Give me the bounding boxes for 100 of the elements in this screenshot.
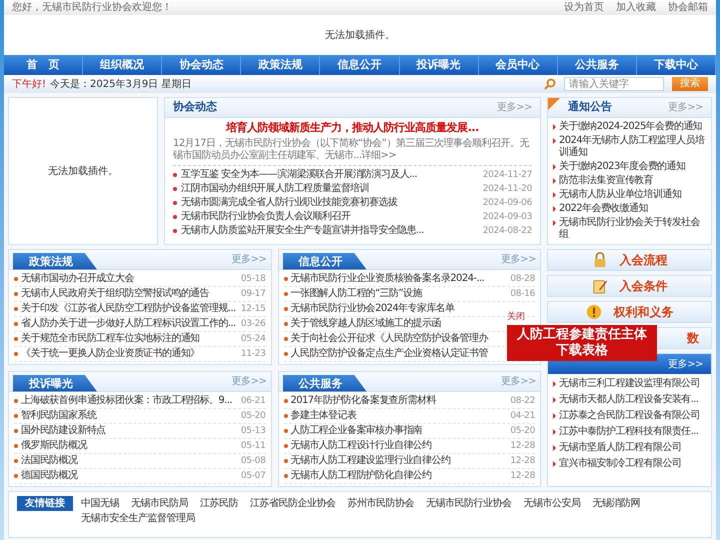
arrow-icon (553, 381, 556, 387)
friend-link[interactable]: 江苏民防 (200, 496, 238, 511)
list-date: 12-28 (510, 440, 535, 452)
friend-link[interactable]: 江苏省民防企业协会 (250, 496, 336, 511)
close-link[interactable]: 关闭 (507, 312, 525, 323)
member-company-link[interactable]: 无锡市三利工程建设监理有限公司 (559, 378, 700, 390)
list-link[interactable]: 关于管线穿越人防区域施工的提示函 (290, 318, 441, 330)
section-title: 协会动态 (173, 99, 217, 116)
welcome-text: 您好，无锡市民防行业协会欢迎您！ (12, 0, 172, 15)
news-date: 2024-09-06 (482, 196, 532, 208)
list-date: 05-13 (240, 425, 266, 437)
bullet-icon (14, 399, 18, 403)
list-link[interactable]: 无锡市人防工程防护防化自律公约 (290, 470, 432, 482)
member-company-link[interactable]: 宜兴市福安制冷工程有限公司 (559, 458, 682, 470)
list-link[interactable]: 上海破获首例串通投标团伙案：市政工程招标。9... (21, 395, 232, 407)
list-link[interactable]: 德国民防概况 (21, 470, 78, 482)
list-link[interactable]: 关于向社会公开征求《人民防空防护设备管理办 (290, 333, 488, 345)
list-date: 12-28 (510, 470, 535, 482)
friend-link[interactable]: 无锡市民防局 (131, 496, 188, 511)
section-tab[interactable]: 公共服务 (282, 374, 366, 392)
list-date: 09-17 (240, 288, 266, 300)
list-link[interactable]: 人防工程企业备案审核办事指南 (290, 425, 422, 437)
bullet-icon (284, 474, 288, 478)
member-company-link[interactable]: 无锡市坚盾人防工程有限公司 (559, 442, 682, 454)
list-date: 03-26 (240, 318, 266, 330)
bullet-icon (14, 429, 18, 433)
detail-link[interactable]: 详细>> (362, 150, 396, 160)
member-company-link[interactable]: 江苏中泰防护工程科技有限责任... (559, 426, 698, 438)
notice-link[interactable]: 无锡市民防行业协会关于转发社会组 (559, 217, 706, 241)
list-link[interactable]: 省人防办关于进一步做好人防工程标识设置工作的... (21, 318, 236, 330)
notice-link[interactable]: 防范非法集资宣传教育 (559, 175, 654, 187)
notice-link[interactable]: 无锡市人防从业单位培训通知 (559, 189, 682, 201)
search-field[interactable]: 请输入关键字 (564, 77, 664, 91)
top-link[interactable]: 设为首页 (564, 0, 604, 15)
list-link[interactable]: 智利民防国家系统 (21, 410, 96, 422)
list-link[interactable]: 关于规范全市民防工程车位实地标注的通知 (21, 333, 200, 345)
member-company-link[interactable]: 无锡市天都人防工程设备安装有... (559, 394, 698, 406)
friend-link[interactable]: 苏州市民防协会 (348, 496, 414, 511)
top-link[interactable]: 协会邮箱 (668, 0, 708, 15)
friend-link[interactable]: 无锡消防网 (592, 496, 640, 511)
bullet-icon (14, 414, 18, 418)
promo-dialog[interactable]: 人防工程参建责任主体 下载表格 (507, 325, 657, 361)
friend-link[interactable]: 无锡市安全生产监督管理局 (81, 511, 195, 526)
top-link[interactable]: 加入收藏 (616, 0, 656, 15)
member-link[interactable]: 入会流程 (547, 249, 712, 271)
friend-link[interactable]: 中国无锡 (81, 496, 119, 511)
arrow-icon (553, 397, 556, 403)
list-link[interactable]: 无锡市国动办召开成立大会 (21, 273, 134, 285)
list-date: 06-21 (240, 395, 266, 407)
list-link[interactable]: 2017年防护防化备案复查所需材料 (290, 395, 436, 407)
bullet-icon (14, 307, 18, 311)
lock-icon (592, 252, 608, 268)
arrow-icon (553, 164, 556, 170)
search-icon (544, 78, 556, 90)
arrow-icon (553, 206, 556, 212)
section-tab[interactable]: 政策法规 (13, 252, 97, 270)
bullet-icon (284, 307, 288, 311)
list-link[interactable]: 无锡市人防工程设计行业自律公约 (290, 440, 432, 452)
section-tab[interactable]: 信息公开 (282, 252, 366, 270)
list-date: 08-16 (510, 288, 535, 300)
notice-link[interactable]: 2024年无锡市人防工程监理人员培训通知 (559, 135, 706, 159)
friend-link[interactable]: 无锡市公安局 (524, 496, 580, 511)
list-link[interactable]: 无锡市人防工程建设监理行业自律公约 (290, 455, 450, 467)
section-tab[interactable]: 投诉曝光 (13, 374, 97, 392)
member-company-link[interactable]: 江苏泰之合民防工程设备有限公司 (559, 410, 700, 422)
list-link[interactable]: 无锡市民防行业企业资质核验备案名录2024-... (290, 273, 484, 285)
member-link[interactable]: 权利和义务 (547, 301, 712, 323)
list-date: 05-11 (240, 440, 266, 452)
notice-link[interactable]: 2022年会费收缴通知 (559, 203, 648, 215)
list-date: 04-21 (510, 410, 535, 422)
bullet-icon (284, 277, 288, 281)
bullet-icon (14, 322, 18, 326)
bullet-icon (284, 292, 288, 296)
notice-link[interactable]: 关于缴纳2024-2025年会费的通知 (559, 121, 702, 133)
member-link[interactable]: 入会条件 (547, 275, 712, 297)
news-link[interactable]: 无锡市圆满完成全省人防行业职业技能竞赛初赛选拔 (181, 196, 398, 208)
list-link[interactable]: 人民防空防护设备定点生产企业资格认定证书管 (290, 348, 488, 360)
news-link[interactable]: 无锡市人防质监站开展安全生产专题宣讲并指导安全隐患... (181, 224, 424, 236)
headline-link[interactable]: 培育人防领域新质生产力，推动人防行业高质量发展... (173, 120, 532, 136)
list-link[interactable]: 一张图解人防工程的“三防”设施 (290, 288, 422, 300)
notice-link[interactable]: 关于缴纳2023年度会费的通知 (559, 161, 686, 173)
list-link[interactable]: 《关于统一更换人防企业资质证书的通知》 (21, 348, 200, 360)
list-link[interactable]: 参建主体登记表 (290, 410, 356, 422)
list-date: 11-23 (240, 348, 266, 360)
list-link[interactable]: 无锡市人民政府关于组织防空警报试鸣的通告 (21, 288, 210, 300)
friend-link[interactable]: 无锡市民防行业协会 (426, 496, 512, 511)
news-link[interactable]: 无锡市民防行业协会负责人会议顺利召开 (181, 210, 350, 222)
list-link[interactable]: 国外民防建设新特点 (21, 425, 106, 437)
list-date: 05-07 (240, 470, 266, 482)
list-link[interactable]: 俄罗斯民防概况 (21, 440, 87, 452)
list-link[interactable]: 无锡市民防行业协会2024年专家库名单 (290, 303, 455, 315)
news-link[interactable]: 江阴市国动办组织开展人防工程质量监督培训 (181, 182, 370, 194)
list-link[interactable]: 关于印发《江苏省人民防空工程防护设备监管理规... (21, 303, 236, 315)
notepad-icon (592, 278, 608, 294)
arrow-icon (553, 178, 556, 184)
list-date: 12-28 (510, 455, 535, 467)
news-link[interactable]: 互学互鉴 安全为本——滨湖梁溪联合开展消防演习及人... (181, 168, 417, 180)
more-link[interactable]: 更多>> (668, 356, 703, 372)
list-link[interactable]: 法国民防概况 (21, 455, 78, 467)
bullet-icon (284, 322, 288, 326)
